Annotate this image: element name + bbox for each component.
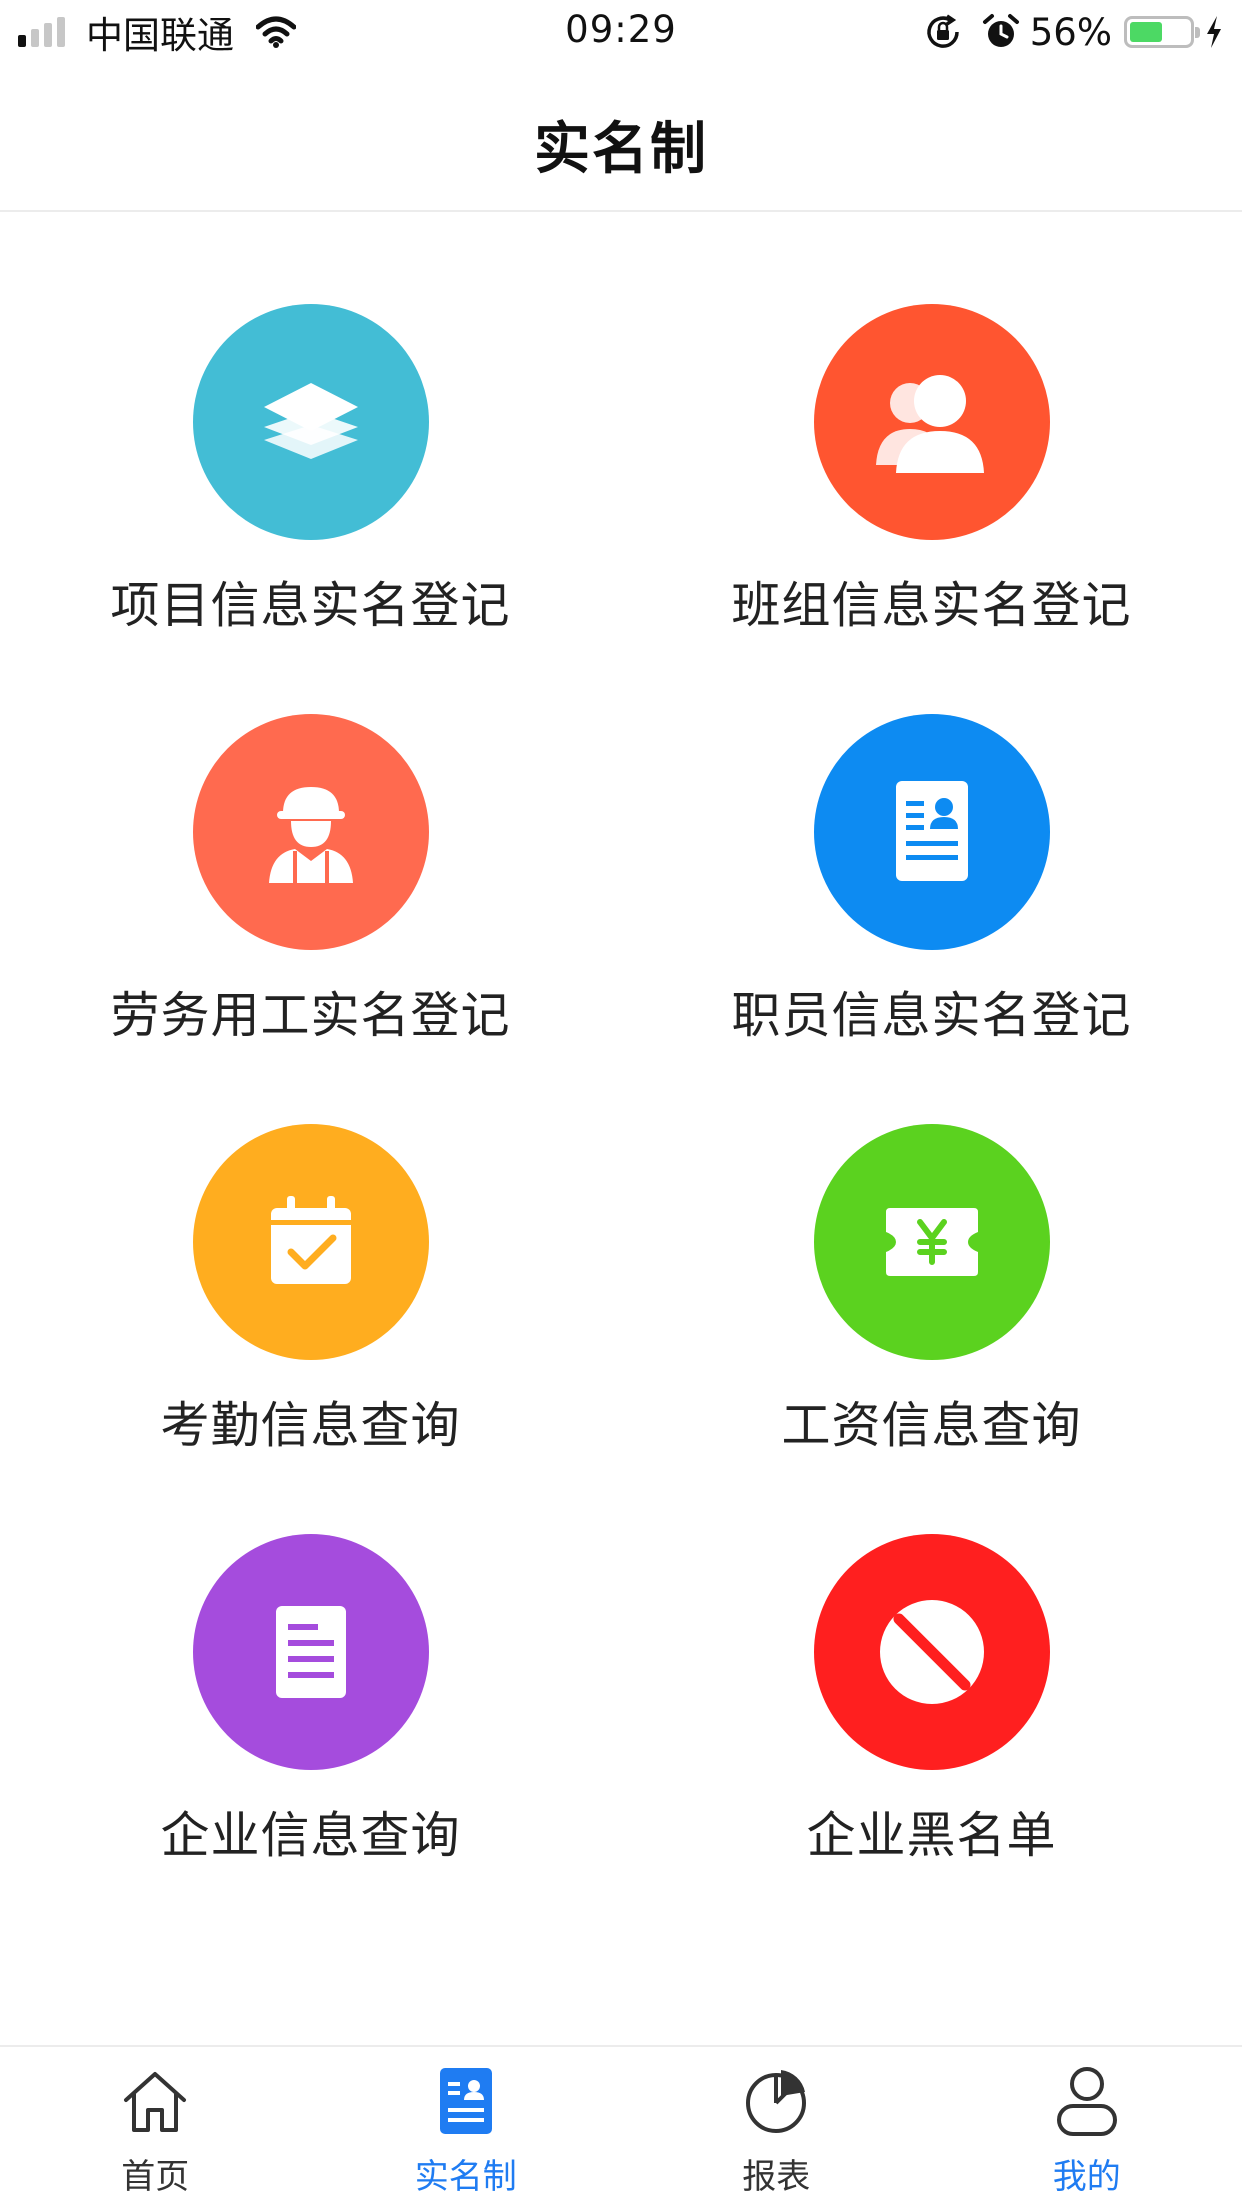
tab-mine[interactable]: 我的 bbox=[932, 2047, 1242, 2208]
user-profile-icon bbox=[1056, 2067, 1117, 2136]
construction-worker-icon bbox=[268, 787, 353, 883]
tile-staff-registration[interactable]: 职员信息实名登记 bbox=[621, 622, 1242, 1044]
tab-icon bbox=[117, 2063, 193, 2139]
tile-enterprise-query[interactable]: 企业信息查询 bbox=[0, 1442, 621, 1864]
page-title: 实名制 bbox=[534, 117, 708, 182]
tile-circle bbox=[192, 1534, 429, 1770]
status-right: 56% bbox=[924, 8, 1224, 56]
tab-reports[interactable]: 报表 bbox=[621, 2047, 932, 2208]
tab-icon bbox=[1049, 2063, 1125, 2139]
rotation-lock-icon bbox=[927, 14, 959, 48]
tab-label: 实名制 bbox=[414, 2157, 517, 2197]
battery-icon bbox=[1124, 16, 1200, 48]
prohibited-icon bbox=[879, 1600, 984, 1704]
tile-label: 企业信息查询 bbox=[160, 1807, 461, 1864]
employee-card-icon bbox=[895, 781, 968, 881]
battery-fill bbox=[1130, 22, 1163, 42]
charging-bolt-icon bbox=[1207, 16, 1221, 48]
pie-chart-icon bbox=[746, 2070, 807, 2133]
tile-circle bbox=[813, 714, 1050, 950]
status-bar: 中国联通 09:29 56% bbox=[0, 0, 1242, 62]
tile-salary-query[interactable]: 工资信息查询 bbox=[621, 1032, 1242, 1454]
nav-bar: 实名制 bbox=[0, 62, 1242, 212]
yen-ticket-icon bbox=[885, 1208, 978, 1276]
tile-circle bbox=[813, 1534, 1050, 1770]
tab-label: 报表 bbox=[742, 2157, 811, 2197]
tab-label: 首页 bbox=[121, 2157, 190, 2197]
id-card-icon bbox=[439, 2068, 492, 2134]
tab-icon bbox=[428, 2063, 504, 2139]
alarm-clock-icon bbox=[982, 14, 1019, 47]
tile-circle bbox=[813, 304, 1050, 540]
tab-icon bbox=[738, 2063, 814, 2139]
tile-circle bbox=[192, 1124, 429, 1360]
tile-project-registration[interactable]: 项目信息实名登记 bbox=[0, 212, 621, 634]
tab-label: 我的 bbox=[1052, 2157, 1121, 2197]
battery-percent: 56% bbox=[1029, 10, 1112, 54]
tile-labor-registration[interactable]: 劳务用工实名登记 bbox=[0, 622, 621, 1044]
home-icon bbox=[124, 2072, 187, 2132]
tile-circle bbox=[192, 714, 429, 950]
tile-circle bbox=[192, 304, 429, 540]
document-list-icon bbox=[275, 1606, 346, 1698]
tile-label: 企业黑名单 bbox=[806, 1807, 1057, 1864]
tab-real-name[interactable]: 实名制 bbox=[311, 2047, 622, 2208]
tab-home[interactable]: 首页 bbox=[0, 2047, 311, 2208]
calendar-check-icon bbox=[270, 1196, 351, 1284]
stacked-layers-icon bbox=[263, 383, 358, 459]
tile-enterprise-blacklist[interactable]: 企业黑名单 bbox=[621, 1442, 1242, 1864]
tile-circle bbox=[813, 1124, 1050, 1360]
tile-attendance-query[interactable]: 考勤信息查询 bbox=[0, 1032, 621, 1454]
tab-bar: 首页 实名制 报表 我的 bbox=[0, 2045, 1242, 2208]
tile-team-registration[interactable]: 班组信息实名登记 bbox=[621, 212, 1242, 634]
user-group-icon bbox=[875, 375, 984, 473]
